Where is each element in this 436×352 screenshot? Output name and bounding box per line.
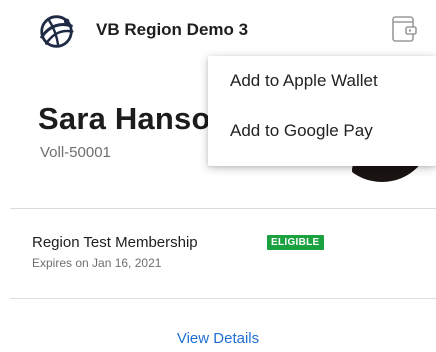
header: VB Region Demo 3 xyxy=(0,0,436,64)
menu-item-apple-wallet[interactable]: Add to Apple Wallet xyxy=(208,56,436,106)
divider xyxy=(10,208,436,209)
membership-expiry: Expires on Jan 16, 2021 xyxy=(32,256,162,270)
wallet-dropdown-menu: Add to Apple Wallet Add to Google Pay xyxy=(208,56,436,166)
member-name: Sara Hanso xyxy=(38,101,211,136)
membership-title: Region Test Membership xyxy=(32,234,198,251)
membership-card-screen: VB Region Demo 3 Sara Hanso Voll-50001 R… xyxy=(0,0,436,352)
organization-name: VB Region Demo 3 xyxy=(96,20,249,39)
member-id: Voll-50001 xyxy=(40,144,111,161)
add-to-wallet-icon[interactable] xyxy=(386,12,420,46)
view-details-link[interactable]: View Details xyxy=(0,330,436,347)
divider xyxy=(10,298,436,299)
status-badge: ELIGIBLE xyxy=(267,235,324,250)
globe-swoosh-logo-icon xyxy=(40,15,74,48)
menu-item-google-pay[interactable]: Add to Google Pay xyxy=(208,106,436,156)
